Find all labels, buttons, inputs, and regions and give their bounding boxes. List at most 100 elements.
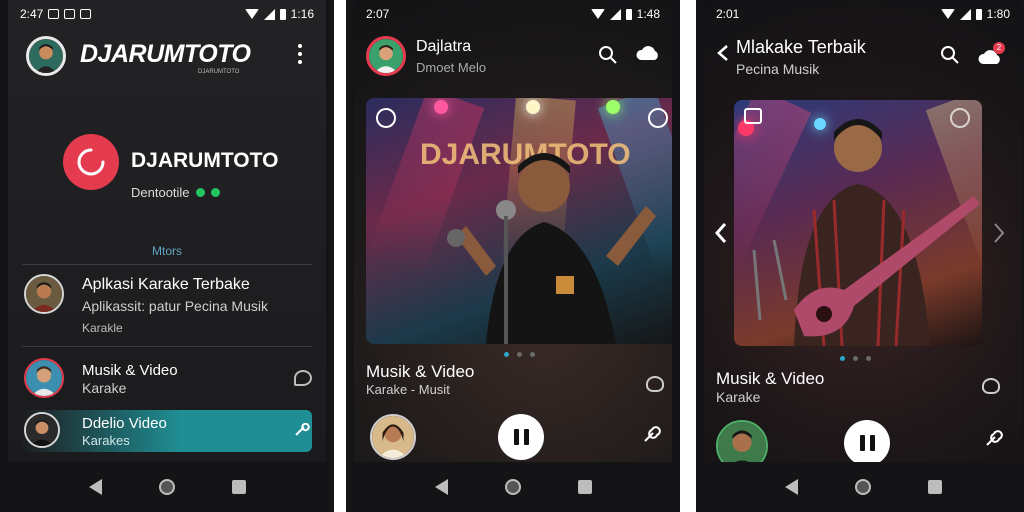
person-icon	[372, 416, 414, 458]
carousel-dot[interactable]	[530, 352, 535, 357]
heart-icon[interactable]	[982, 378, 1000, 394]
singer-avatar[interactable]	[370, 414, 416, 460]
notification-icon[interactable]: 2	[978, 42, 1006, 68]
screen-3: 2:01 1:80 Mlakake Terbaik Pecina Musik 2	[704, 0, 1022, 462]
signal-icon	[959, 8, 971, 20]
hero-banner[interactable]: DJARUMTOTO	[366, 98, 672, 344]
nav-back-icon[interactable]	[88, 479, 102, 495]
list-item-subtitle: Aplikassit: patur Pecina Musik	[82, 298, 268, 314]
nav-back-icon[interactable]	[434, 479, 448, 495]
person-icon	[29, 39, 63, 73]
stage-light	[606, 100, 620, 114]
nav-home-icon[interactable]	[854, 479, 871, 495]
phone-2: 2:07 1:48 Dajlatra Dmoet Melo DJARUMTOTO…	[346, 0, 680, 512]
list-item-selected[interactable]: Ddelio Video Karakes	[22, 410, 312, 452]
app-title: DJARUMTOTO	[80, 40, 251, 68]
list-item-subtitle: Karake	[82, 380, 127, 396]
carousel-dot[interactable]	[840, 356, 845, 361]
user-avatar[interactable]	[366, 36, 406, 76]
singer-avatar[interactable]	[716, 420, 768, 462]
status-bar: 2:01 1:80	[716, 6, 1010, 22]
battery-icon	[975, 8, 982, 20]
notification-badge: 2	[993, 42, 1005, 54]
track-title: Musik & Video	[366, 362, 475, 381]
avatar	[24, 358, 64, 398]
heart-icon[interactable]	[646, 376, 664, 392]
person-icon	[369, 39, 403, 73]
avatar	[24, 412, 60, 448]
person-icon	[26, 276, 62, 312]
list-item-title: Aplkasi Karake Terbake	[82, 276, 250, 293]
back-icon[interactable]	[716, 44, 730, 62]
carousel-dot[interactable]	[504, 352, 509, 357]
singer-illustration	[447, 153, 656, 344]
loading-avatar[interactable]	[63, 134, 119, 190]
microphone-icon[interactable]	[642, 424, 662, 444]
carousel-next-icon[interactable]	[992, 222, 1006, 244]
wifi-icon	[940, 9, 955, 19]
carousel-dots	[504, 352, 535, 357]
pause-button[interactable]	[844, 420, 890, 462]
nav-back-icon[interactable]	[784, 479, 798, 495]
online-dot	[195, 188, 205, 197]
app-subtitle: DJARUMTOTO	[198, 69, 240, 75]
battery-icon	[625, 8, 632, 20]
profile-status: Dentootile	[131, 185, 220, 200]
status-battery-text: 1:80	[986, 7, 1010, 21]
carousel-dot[interactable]	[517, 352, 522, 357]
profile-name: DJARUMTOTO	[131, 149, 279, 172]
list-item[interactable]: Musik & Video Karake	[22, 354, 312, 406]
phone-3: 2:01 1:80 Mlakake Terbaik Pecina Musik 2	[696, 0, 1024, 512]
search-icon[interactable]	[940, 45, 960, 65]
microphone-icon[interactable]	[294, 422, 310, 437]
header-title: Mlakake Terbaik	[736, 37, 866, 57]
chat-icon[interactable]	[294, 370, 312, 386]
microphone-icon[interactable]	[984, 428, 1004, 448]
search-icon[interactable]	[598, 45, 618, 65]
status-time: 2:01	[716, 7, 740, 21]
hero-corner-right-icon[interactable]	[950, 108, 970, 128]
status-battery-text: 1:48	[636, 7, 660, 21]
chat-icon	[80, 9, 92, 19]
profile-status-text: Dentootile	[131, 185, 190, 200]
hero-corner-right-icon[interactable]	[648, 108, 668, 128]
carousel-dot[interactable]	[866, 356, 871, 361]
nav-home-icon[interactable]	[504, 479, 521, 495]
status-time: 2:47	[20, 7, 44, 21]
nav-recent-icon[interactable]	[577, 480, 592, 494]
list-item-title: Ddelio Video	[82, 415, 167, 432]
pause-bar	[523, 429, 529, 445]
wifi-icon	[590, 9, 605, 19]
spinner-icon	[77, 148, 105, 176]
carousel-dot[interactable]	[853, 356, 858, 361]
header-subtitle: Dmoet Melo	[416, 60, 487, 75]
app-avatar[interactable]	[26, 36, 66, 76]
person-icon	[26, 360, 62, 396]
list-item-meta: Karakle	[82, 321, 123, 335]
status-bar: 2:07 1:48	[366, 6, 660, 22]
nav-home-icon[interactable]	[158, 479, 175, 495]
pause-button[interactable]	[498, 414, 544, 460]
notification-icon	[48, 9, 60, 19]
track-subtitle: Karake - Musit	[366, 382, 450, 397]
track-title: Musik & Video	[716, 369, 825, 388]
avatar	[24, 274, 64, 314]
cloud-icon[interactable]	[636, 44, 660, 64]
battery-icon	[279, 8, 286, 20]
list-item-subtitle: Karakes	[82, 433, 130, 448]
nav-recent-icon[interactable]	[927, 480, 942, 494]
screen-1: 2:47 1:16 DJARUMTOTO DJARUMTOTO DJARUMTO…	[8, 0, 326, 462]
status-bar: 2:47 1:16	[20, 6, 314, 22]
list-item-title: Musik & Video	[82, 362, 178, 379]
nav-bar	[0, 462, 334, 512]
list-item[interactable]: Aplkasi Karake Terbake Aplikassit: patur…	[22, 270, 312, 340]
more-menu-icon[interactable]	[297, 44, 303, 64]
hero-image[interactable]	[734, 100, 982, 346]
guitarist-illustration	[752, 119, 980, 346]
nav-recent-icon[interactable]	[231, 480, 246, 494]
hero-corner-left-icon[interactable]	[376, 108, 396, 128]
hero-corner-left-icon[interactable]	[744, 108, 762, 124]
carousel-prev-icon[interactable]	[714, 222, 728, 244]
online-dot-2	[210, 188, 220, 197]
header-title: Dajlatra	[416, 38, 472, 55]
